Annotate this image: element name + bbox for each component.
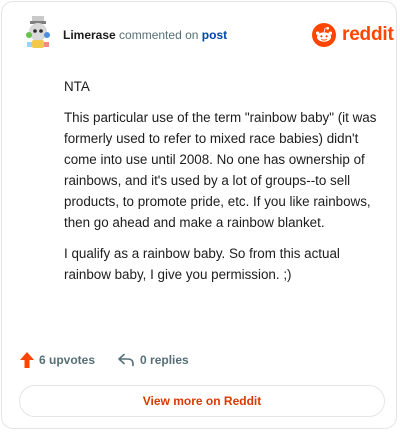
comment-paragraph: This particular use of the term "rainbow…	[64, 110, 377, 230]
comment-actions: 6 upvotes 0 replies	[20, 348, 189, 372]
reddit-logo[interactable]: reddit	[312, 22, 394, 48]
upvote-count: 6 upvotes	[39, 353, 96, 367]
comment-paragraph: I qualify as a rainbow baby. So from thi…	[64, 246, 340, 282]
reddit-alien-icon	[312, 23, 336, 47]
commented-on-text: commented on	[119, 28, 199, 42]
upvote-arrow-icon	[20, 352, 34, 368]
comment-embed-card: Limerase commented on post reddit NTA Th…	[1, 1, 397, 429]
comment-paragraph: NTA	[64, 79, 90, 94]
author-name[interactable]: Limerase	[63, 28, 116, 42]
upvote-button[interactable]: 6 upvotes	[20, 352, 95, 368]
post-link[interactable]: post	[202, 28, 227, 42]
reply-button[interactable]: 0 replies	[117, 353, 189, 367]
comment-body: NTA This particular use of the term "rai…	[64, 76, 384, 295]
view-more-button[interactable]: View more on Reddit	[19, 385, 385, 417]
snoo-avatar-icon	[26, 16, 50, 48]
reply-count: 0 replies	[140, 353, 189, 367]
reply-arrow-icon	[118, 353, 134, 367]
reddit-wordmark: reddit	[342, 24, 394, 45]
comment-header: Limerase commented on post	[63, 28, 227, 42]
avatar[interactable]	[24, 16, 52, 50]
